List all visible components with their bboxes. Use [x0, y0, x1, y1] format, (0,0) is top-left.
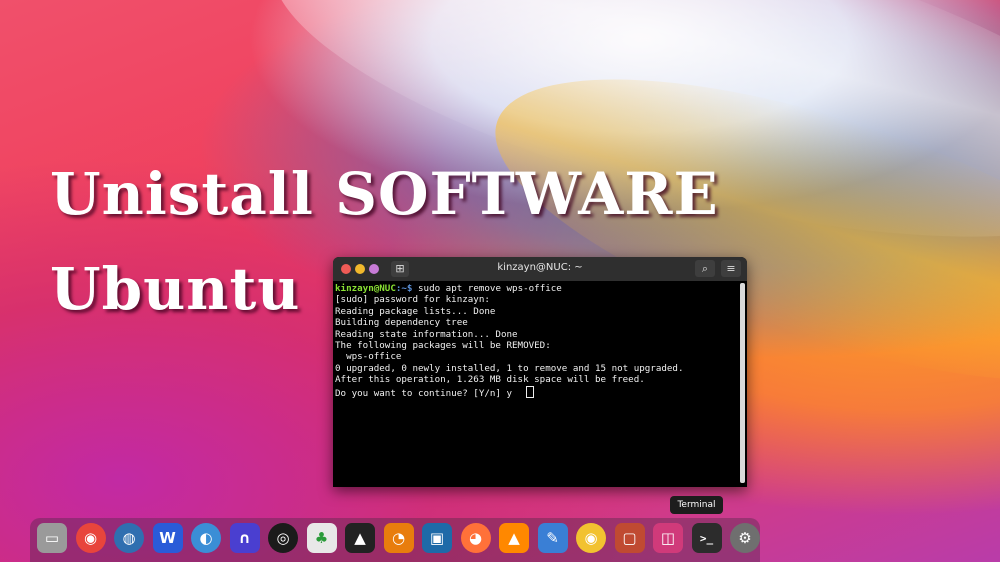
screenshot-icon[interactable]: ▢ — [614, 523, 645, 553]
output-line: Reading package lists... Done — [335, 305, 496, 317]
solitaire-icon[interactable]: ♣ — [306, 523, 337, 553]
inkscape-icon[interactable]: ▲ — [345, 523, 375, 553]
output-line: Reading state information... Done — [335, 328, 518, 340]
tweaks-icon[interactable]: ◫ — [653, 523, 683, 553]
terminal-icon[interactable]: >_ — [691, 523, 722, 553]
output-line: 0 upgraded, 0 newly installed, 1 to remo… — [335, 362, 684, 374]
text-editor-icon[interactable]: ✎ — [537, 523, 568, 553]
dock-tooltip: Terminal — [670, 496, 723, 514]
output-line: The following packages will be REMOVED: — [335, 340, 551, 352]
obs-studio-icon[interactable]: ◎ — [268, 523, 298, 553]
command-text: sudo apt remove wps-office — [412, 283, 562, 294]
wps-office-icon[interactable]: W — [152, 523, 183, 553]
terminal-title: kinzayn@NUC: ~ — [497, 262, 583, 273]
output-line: Do you want to continue? [Y/n] y — [335, 387, 513, 399]
qbittorrent-icon[interactable]: ◐ — [191, 523, 221, 553]
terminal-window[interactable]: ⊞ kinzayn@NUC: ~ ⌕ ≡ kinzayn@NUC:~$ sudo… — [333, 257, 747, 487]
output-line: [sudo] password for kinzayn: — [335, 294, 490, 306]
firefox-icon[interactable]: ◕ — [460, 523, 491, 553]
headphones-icon[interactable]: ∩ — [229, 523, 260, 553]
terminal-titlebar[interactable]: ⊞ kinzayn@NUC: ~ ⌕ ≡ — [333, 257, 747, 281]
hamburger-menu-icon[interactable]: ≡ — [721, 260, 741, 277]
terminal-scrollbar[interactable] — [740, 283, 745, 483]
vlc-icon[interactable]: ▲ — [499, 523, 529, 553]
search-icon[interactable]: ⌕ — [695, 260, 715, 277]
rhythmbox-icon[interactable]: ◉ — [576, 523, 606, 553]
settings-icon[interactable]: ⚙ — [730, 523, 760, 553]
output-line: Building dependency tree — [335, 317, 468, 329]
text-cursor — [526, 385, 535, 398]
output-line: wps-office — [335, 351, 402, 363]
prompt-user: kinzayn@NUC — [335, 283, 396, 294]
headline-line-1: Unistall SOFTWARE — [50, 160, 719, 228]
headline-line-2: Ubuntu — [50, 255, 301, 323]
output-line: After this operation, 1.263 MB disk spac… — [335, 374, 645, 386]
files-icon[interactable]: ▭ — [37, 523, 67, 553]
earth-browser-icon[interactable]: ◍ — [114, 523, 144, 553]
blender-icon[interactable]: ◔ — [383, 523, 414, 553]
terminal-output[interactable]: kinzayn@NUC:~$ sudo apt remove wps-offic… — [333, 281, 739, 487]
prompt-path: :~$ — [395, 283, 413, 294]
image-viewer-icon[interactable]: ▣ — [422, 523, 452, 553]
chrome-icon[interactable]: ◉ — [75, 523, 106, 553]
